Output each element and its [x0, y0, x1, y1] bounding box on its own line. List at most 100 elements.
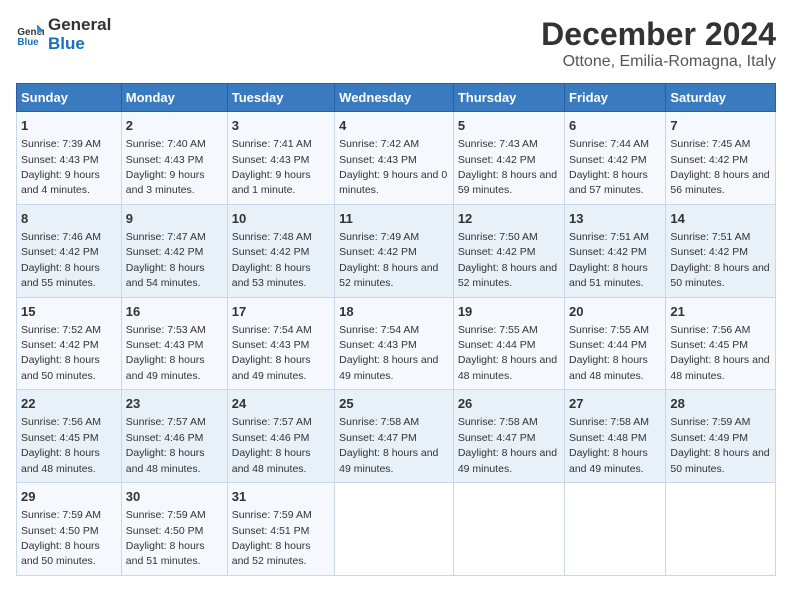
day-number: 21 [670, 303, 771, 321]
day-info: Sunrise: 7:44 AMSunset: 4:42 PMDaylight:… [569, 138, 649, 196]
day-info: Sunrise: 7:47 AMSunset: 4:42 PMDaylight:… [126, 231, 206, 289]
day-number: 18 [339, 303, 449, 321]
day-cell: 2 Sunrise: 7:40 AMSunset: 4:43 PMDaylight… [121, 112, 227, 205]
day-info: Sunrise: 7:59 AMSunset: 4:50 PMDaylight:… [21, 509, 101, 567]
day-info: Sunrise: 7:49 AMSunset: 4:42 PMDaylight:… [339, 231, 438, 289]
day-number: 30 [126, 488, 223, 506]
day-cell: 21 Sunrise: 7:56 AMSunset: 4:45 PMDayligh… [666, 297, 776, 390]
day-number: 28 [670, 395, 771, 413]
day-number: 17 [232, 303, 330, 321]
day-number: 19 [458, 303, 560, 321]
day-cell: 7Sunrise: 7:45 AMSunset: 4:42 PMDaylight… [666, 112, 776, 205]
day-info: Sunrise: 7:57 AMSunset: 4:46 PMDaylight:… [126, 416, 206, 474]
day-cell [666, 483, 776, 576]
logo: General Blue General Blue [16, 16, 111, 53]
title-area: December 2024 Ottone, Emilia-Romagna, It… [541, 16, 776, 71]
logo-general: General [48, 16, 111, 35]
logo-icon: General Blue [16, 21, 44, 49]
day-number: 8 [21, 210, 117, 228]
day-number: 2 [126, 117, 223, 135]
day-cell: 18Sunrise: 7:54 AMSunset: 4:43 PMDayligh… [335, 297, 454, 390]
day-info: Sunrise: 7:40 AMSunset: 4:43 PMDaylight:… [126, 138, 206, 196]
day-cell: 9 Sunrise: 7:47 AMSunset: 4:42 PMDaylight… [121, 204, 227, 297]
day-info: Sunrise: 7:58 AMSunset: 4:48 PMDaylight:… [569, 416, 649, 474]
day-number: 16 [126, 303, 223, 321]
day-cell: 5 Sunrise: 7:43 AMSunset: 4:42 PMDaylight… [453, 112, 564, 205]
day-cell: 17 Sunrise: 7:54 AMSunset: 4:43 PMDayligh… [227, 297, 334, 390]
day-cell: 28 Sunrise: 7:59 AMSunset: 4:49 PMDayligh… [666, 390, 776, 483]
col-header-saturday: Saturday [666, 84, 776, 112]
day-number: 11 [339, 210, 449, 228]
col-header-thursday: Thursday [453, 84, 564, 112]
day-number: 23 [126, 395, 223, 413]
col-header-monday: Monday [121, 84, 227, 112]
col-header-sunday: Sunday [17, 84, 122, 112]
day-info: Sunrise: 7:46 AMSunset: 4:42 PMDaylight:… [21, 231, 101, 289]
day-number: 7 [670, 117, 771, 135]
day-info: Sunrise: 7:58 AMSunset: 4:47 PMDaylight:… [458, 416, 557, 474]
svg-text:Blue: Blue [17, 36, 39, 47]
day-cell: 30 Sunrise: 7:59 AMSunset: 4:50 PMDayligh… [121, 483, 227, 576]
day-info: Sunrise: 7:56 AMSunset: 4:45 PMDaylight:… [670, 324, 769, 382]
day-cell: 3 Sunrise: 7:41 AMSunset: 4:43 PMDaylight… [227, 112, 334, 205]
page-title: December 2024 [541, 16, 776, 53]
col-header-wednesday: Wednesday [335, 84, 454, 112]
day-info: Sunrise: 7:43 AMSunset: 4:42 PMDaylight:… [458, 138, 557, 196]
day-cell: 22 Sunrise: 7:56 AMSunset: 4:45 PMDayligh… [17, 390, 122, 483]
day-number: 20 [569, 303, 661, 321]
day-cell: 27 Sunrise: 7:58 AMSunset: 4:48 PMDayligh… [565, 390, 666, 483]
calendar-table: SundayMondayTuesdayWednesdayThursdayFrid… [16, 83, 776, 576]
day-info: Sunrise: 7:42 AMSunset: 4:43 PMDaylight:… [339, 138, 447, 196]
day-number: 1 [21, 117, 117, 135]
day-number: 27 [569, 395, 661, 413]
day-info: Sunrise: 7:50 AMSunset: 4:42 PMDaylight:… [458, 231, 557, 289]
header: General Blue General Blue December 2024 … [16, 16, 776, 71]
day-info: Sunrise: 7:57 AMSunset: 4:46 PMDaylight:… [232, 416, 312, 474]
day-cell [335, 483, 454, 576]
day-cell: 4Sunrise: 7:42 AMSunset: 4:43 PMDaylight… [335, 112, 454, 205]
header-row: SundayMondayTuesdayWednesdayThursdayFrid… [17, 84, 776, 112]
day-cell: 14 Sunrise: 7:51 AMSunset: 4:42 PMDayligh… [666, 204, 776, 297]
day-cell: 10 Sunrise: 7:48 AMSunset: 4:42 PMDayligh… [227, 204, 334, 297]
day-info: Sunrise: 7:59 AMSunset: 4:49 PMDaylight:… [670, 416, 769, 474]
col-header-tuesday: Tuesday [227, 84, 334, 112]
day-info: Sunrise: 7:54 AMSunset: 4:43 PMDaylight:… [232, 324, 312, 382]
day-cell: 24 Sunrise: 7:57 AMSunset: 4:46 PMDayligh… [227, 390, 334, 483]
day-info: Sunrise: 7:41 AMSunset: 4:43 PMDaylight:… [232, 138, 312, 196]
day-cell: 13Sunrise: 7:51 AMSunset: 4:42 PMDayligh… [565, 204, 666, 297]
day-info: Sunrise: 7:58 AMSunset: 4:47 PMDaylight:… [339, 416, 438, 474]
day-number: 15 [21, 303, 117, 321]
day-info: Sunrise: 7:51 AMSunset: 4:42 PMDaylight:… [670, 231, 769, 289]
day-number: 10 [232, 210, 330, 228]
week-row-5: 29 Sunrise: 7:59 AMSunset: 4:50 PMDayligh… [17, 483, 776, 576]
day-number: 14 [670, 210, 771, 228]
day-cell: 12 Sunrise: 7:50 AMSunset: 4:42 PMDayligh… [453, 204, 564, 297]
day-info: Sunrise: 7:59 AMSunset: 4:51 PMDaylight:… [232, 509, 312, 567]
day-number: 29 [21, 488, 117, 506]
day-info: Sunrise: 7:48 AMSunset: 4:42 PMDaylight:… [232, 231, 312, 289]
day-cell: 26Sunrise: 7:58 AMSunset: 4:47 PMDayligh… [453, 390, 564, 483]
day-cell: 8 Sunrise: 7:46 AMSunset: 4:42 PMDaylight… [17, 204, 122, 297]
day-number: 3 [232, 117, 330, 135]
day-info: Sunrise: 7:39 AMSunset: 4:43 PMDaylight:… [21, 138, 101, 196]
day-number: 9 [126, 210, 223, 228]
col-header-friday: Friday [565, 84, 666, 112]
logo-blue: Blue [48, 35, 111, 54]
day-cell [453, 483, 564, 576]
week-row-4: 22 Sunrise: 7:56 AMSunset: 4:45 PMDayligh… [17, 390, 776, 483]
day-info: Sunrise: 7:55 AMSunset: 4:44 PMDaylight:… [458, 324, 557, 382]
day-number: 6 [569, 117, 661, 135]
day-info: Sunrise: 7:52 AMSunset: 4:42 PMDaylight:… [21, 324, 101, 382]
day-number: 12 [458, 210, 560, 228]
week-row-2: 8 Sunrise: 7:46 AMSunset: 4:42 PMDaylight… [17, 204, 776, 297]
day-cell: 6 Sunrise: 7:44 AMSunset: 4:42 PMDaylight… [565, 112, 666, 205]
day-cell: 31Sunrise: 7:59 AMSunset: 4:51 PMDayligh… [227, 483, 334, 576]
day-number: 5 [458, 117, 560, 135]
day-cell: 15 Sunrise: 7:52 AMSunset: 4:42 PMDayligh… [17, 297, 122, 390]
day-number: 22 [21, 395, 117, 413]
day-cell: 23 Sunrise: 7:57 AMSunset: 4:46 PMDayligh… [121, 390, 227, 483]
day-number: 24 [232, 395, 330, 413]
day-cell [565, 483, 666, 576]
day-info: Sunrise: 7:56 AMSunset: 4:45 PMDaylight:… [21, 416, 101, 474]
day-info: Sunrise: 7:59 AMSunset: 4:50 PMDaylight:… [126, 509, 206, 567]
